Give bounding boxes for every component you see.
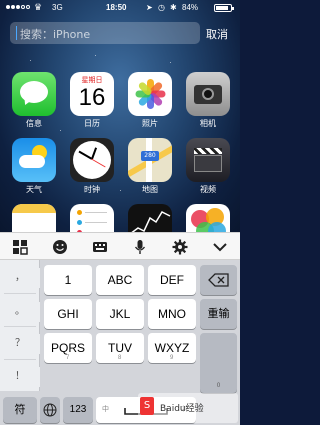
key-ghi[interactable]: GHI — [44, 299, 92, 329]
app-label: 天气 — [26, 185, 42, 194]
key-label: MNO — [158, 307, 186, 321]
punctuation-key[interactable]: ？ — [0, 334, 40, 354]
key-label: 符 — [14, 404, 26, 416]
key-def[interactable]: DEF — [148, 265, 196, 295]
bluetooth-icon: ✱ — [170, 3, 177, 12]
messages-icon — [12, 72, 56, 116]
screen: ♛ 3G 18:50 ➤ ◷ ✱ 84% 搜索：iPhone 取消 信息 星期日… — [0, 0, 240, 425]
key-pqrs[interactable]: PQRS 7 — [44, 333, 92, 363]
key-label: JKL — [109, 307, 131, 321]
key-label: ABC — [107, 273, 133, 287]
network-type: 3G — [52, 3, 63, 12]
clock-icon — [70, 138, 114, 182]
calendar-icon: 星期日 16 — [70, 72, 114, 116]
status-time: 18:50 — [106, 3, 127, 12]
key-label: 123 — [69, 404, 87, 415]
watermark-text: Baidu经验 — [160, 404, 204, 414]
app-label: 时钟 — [84, 185, 100, 194]
emoji-icon[interactable] — [52, 239, 68, 255]
punctuation-key[interactable]: ！ — [0, 367, 40, 387]
delete-button[interactable] — [200, 265, 237, 295]
battery-percent: 84% — [182, 3, 199, 12]
key-tuv[interactable]: TUV 8 — [96, 333, 144, 363]
punctuation-key[interactable]: ， — [0, 268, 40, 288]
backspace-icon — [207, 273, 229, 287]
lang-label: 中 — [102, 406, 109, 413]
calendar-day: 16 — [78, 84, 106, 111]
signal-strength-icon — [6, 5, 30, 9]
app-clock[interactable]: 时钟 — [68, 138, 116, 194]
key-label: TUV — [108, 341, 132, 355]
app-label: 日历 — [84, 119, 100, 128]
key-digit: 7 — [66, 355, 70, 361]
app-label: 地图 — [142, 185, 158, 194]
baidu-logo-icon: S — [140, 397, 154, 415]
app-label: 信息 — [26, 119, 42, 128]
search-placeholder: 搜索：iPhone — [20, 28, 91, 41]
punctuation-column: ， 。 ？ ！ — [0, 260, 40, 391]
app-calendar[interactable]: 星期日 16 日历 — [68, 72, 116, 128]
key-label: WXYZ — [154, 341, 190, 355]
key-mno[interactable]: MNO — [148, 299, 196, 329]
key-digit: 8 — [118, 355, 122, 361]
baidu-watermark: S Baidu经验 — [138, 393, 238, 423]
text-cursor — [16, 26, 17, 40]
app-camera[interactable]: 相机 — [184, 72, 232, 128]
punctuation-key[interactable]: 。 — [0, 302, 40, 322]
key-digit: 9 — [170, 355, 174, 361]
chevron-down-icon[interactable] — [212, 239, 228, 255]
status-bar: ♛ 3G 18:50 ➤ ◷ ✱ 84% — [0, 0, 240, 16]
app-messages[interactable]: 信息 — [10, 72, 58, 128]
crown-icon: ♛ — [34, 2, 43, 12]
weather-icon — [12, 138, 56, 182]
cancel-button[interactable]: 取消 — [206, 26, 228, 42]
location-icon: ➤ — [146, 3, 153, 12]
battery-fill — [216, 6, 228, 10]
camera-icon — [186, 72, 230, 116]
search-input[interactable]: 搜索：iPhone — [10, 22, 200, 44]
battery-icon — [214, 4, 234, 12]
key-abc[interactable]: ABC — [96, 265, 144, 295]
videos-icon — [186, 138, 230, 182]
app-label: 相机 — [200, 119, 216, 128]
zero-key[interactable]: 0 — [200, 333, 237, 393]
key-wxyz[interactable]: WXYZ 9 — [148, 333, 196, 363]
gear-icon[interactable] — [172, 239, 188, 255]
keyboard-toolbar — [0, 232, 240, 260]
microphone-icon[interactable] — [132, 239, 148, 255]
retype-button[interactable]: 重输 — [200, 299, 237, 329]
key-digit: 0 — [216, 383, 221, 389]
highway-shield: 280 — [141, 151, 159, 161]
app-label: 视频 — [200, 185, 216, 194]
app-weather[interactable]: 天气 — [10, 138, 58, 194]
symbol-key[interactable]: 符 — [3, 397, 37, 423]
key-1[interactable]: 1 — [44, 265, 92, 295]
key-label: 重输 — [207, 308, 230, 320]
app-maps[interactable]: 280 地图 — [126, 138, 174, 194]
globe-key[interactable] — [40, 397, 60, 423]
key-label: 1 — [64, 273, 72, 287]
keyboard-icon[interactable] — [92, 239, 108, 255]
globe-icon — [43, 403, 57, 417]
clock-status-icon: ◷ — [158, 3, 165, 12]
key-label: DEF — [160, 273, 184, 287]
key-label: PQRS — [50, 341, 85, 355]
photos-icon — [128, 72, 172, 116]
app-photos[interactable]: 照片 — [126, 72, 174, 128]
grid-icon[interactable] — [12, 239, 28, 255]
key-jkl[interactable]: JKL — [96, 299, 144, 329]
maps-icon: 280 — [128, 138, 172, 182]
number-key[interactable]: 123 — [63, 397, 93, 423]
app-label: 照片 — [142, 119, 158, 128]
app-videos[interactable]: 视频 — [184, 138, 232, 194]
key-label: GHI — [57, 307, 79, 321]
